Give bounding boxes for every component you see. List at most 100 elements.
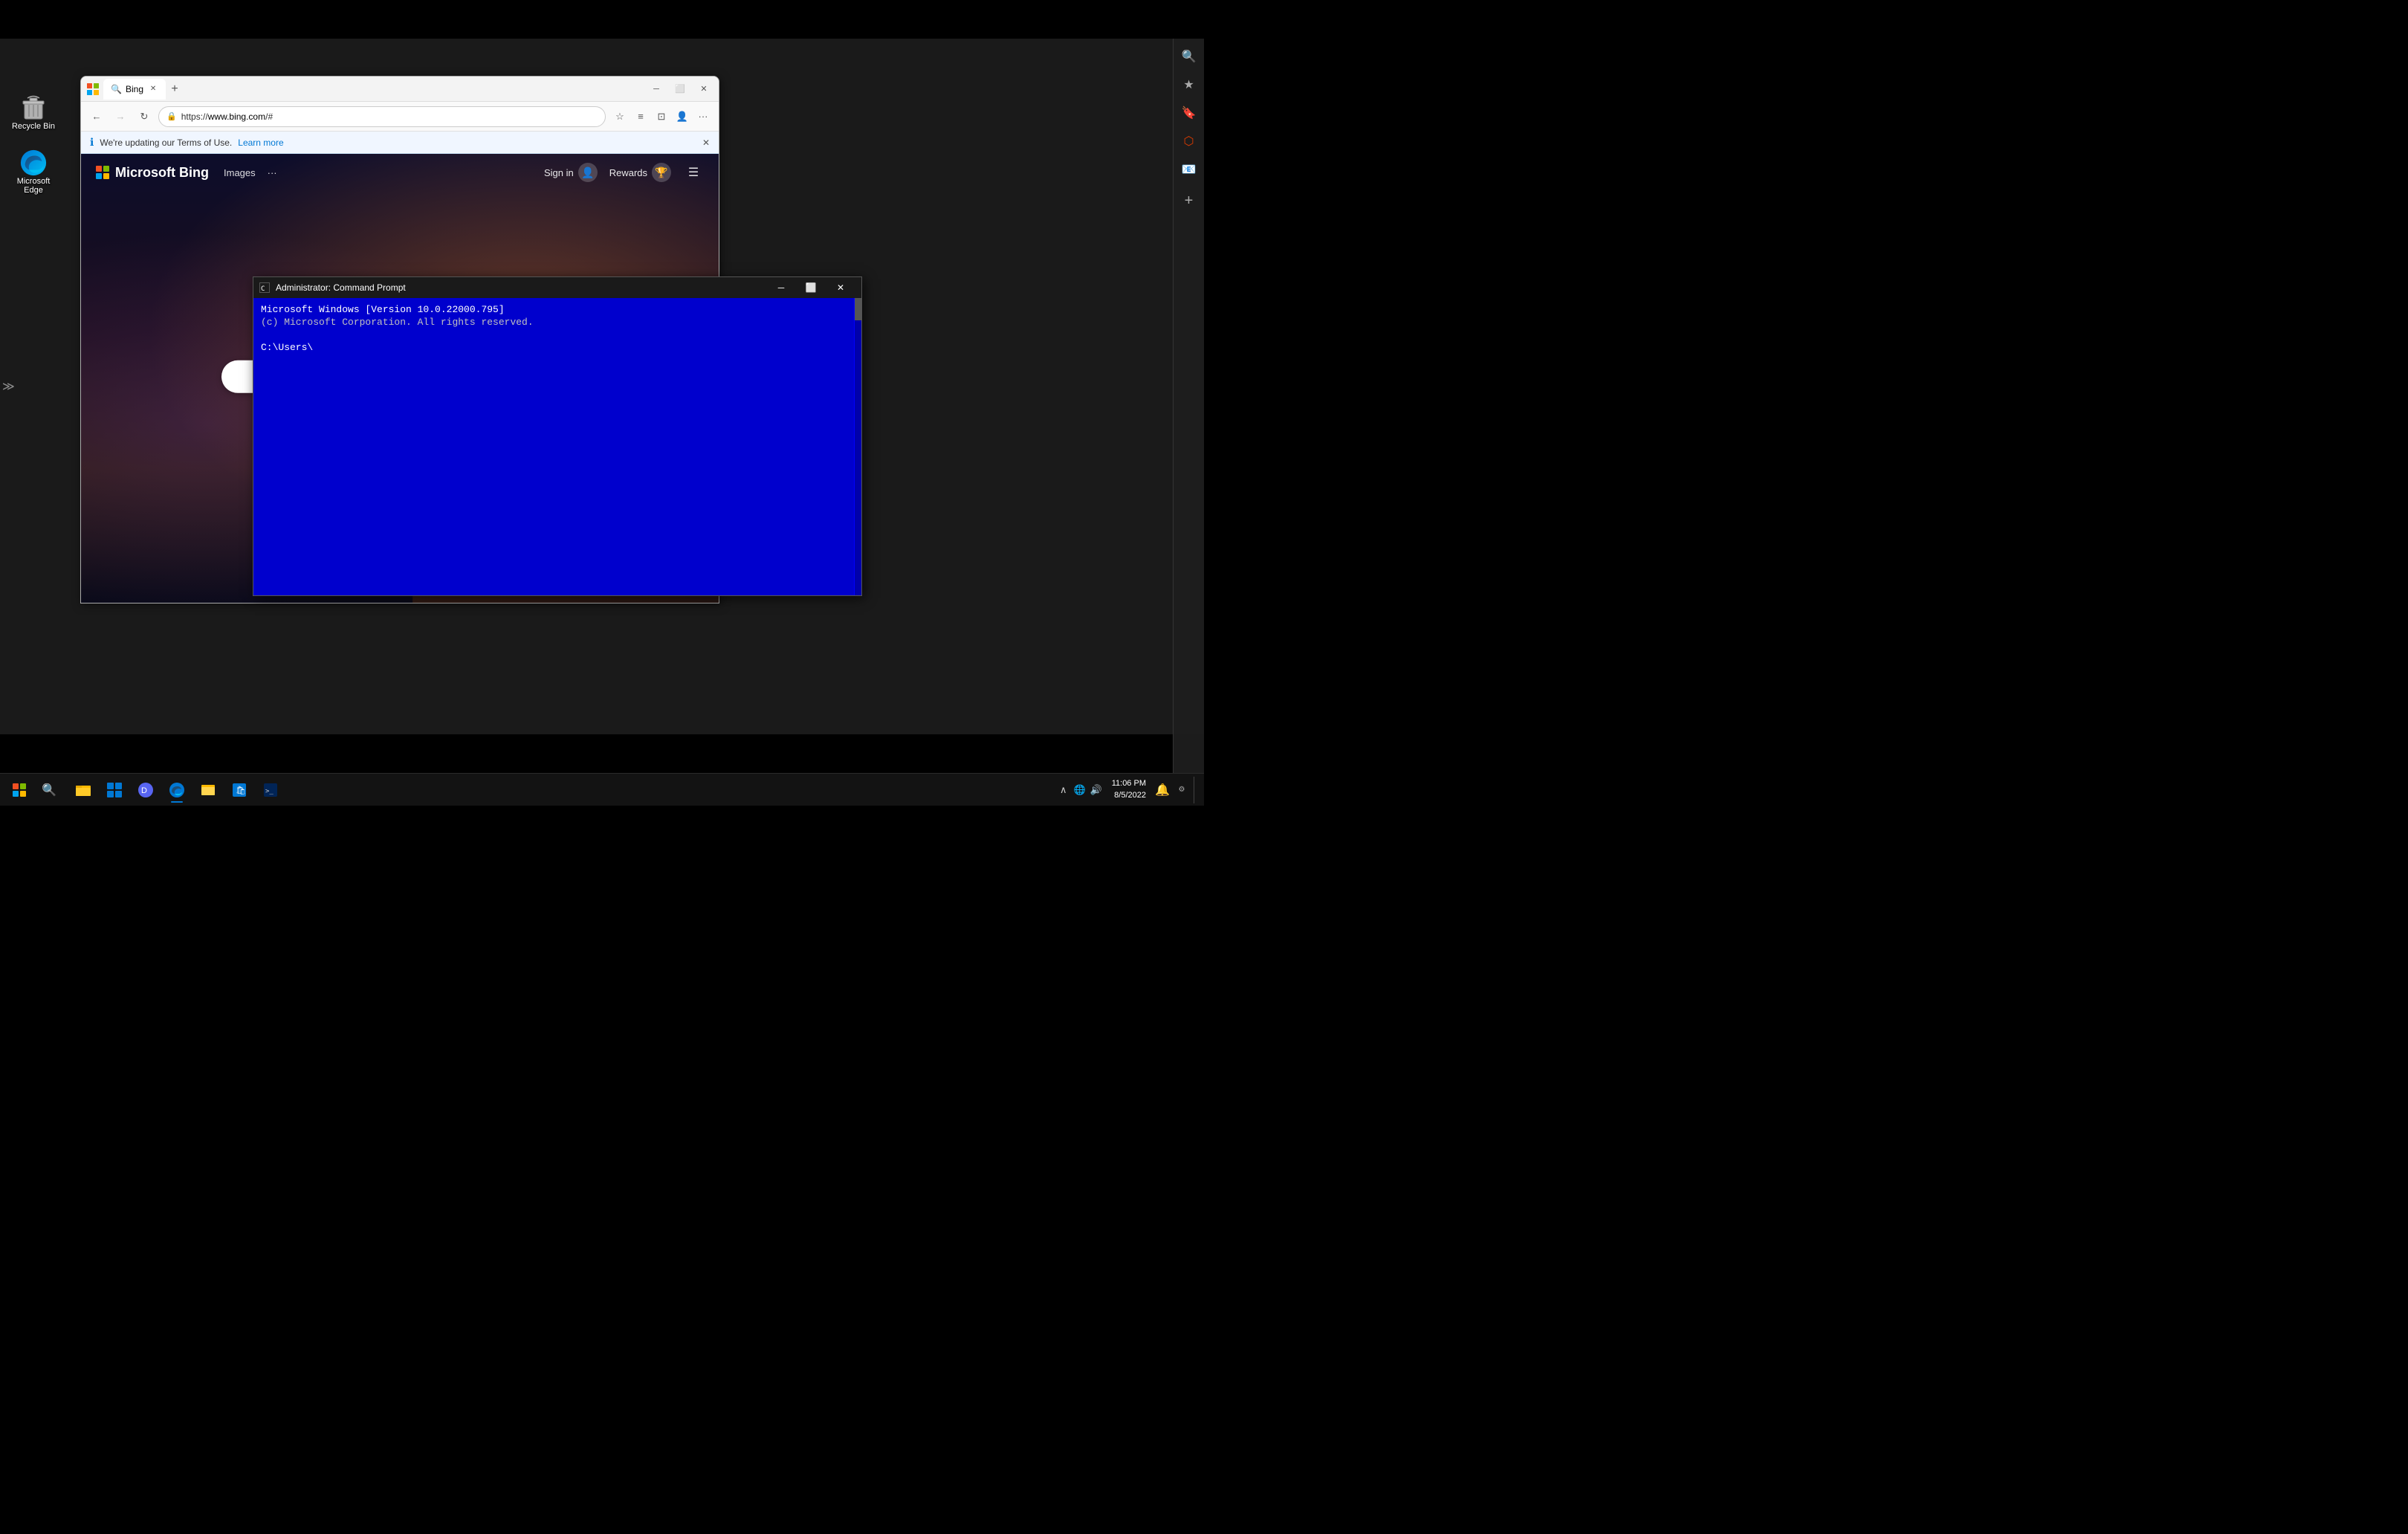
bing-nav-images[interactable]: Images	[224, 167, 256, 178]
taskbar-show-desktop-button[interactable]	[1194, 777, 1198, 803]
bing-back-button[interactable]: ←	[87, 107, 106, 126]
bing-browser-titlebar: 🔍 Bing ✕ + ─ ⬜ ✕	[81, 77, 719, 102]
terminal-icon: >_	[262, 782, 279, 798]
recycle-bin-desktop-icon[interactable]: Recycle Bin	[7, 92, 59, 131]
recycle-bin-label: Recycle Bin	[12, 122, 55, 131]
bing-browser-app-icon	[85, 82, 100, 97]
bing-nav-right-buttons: ☆ ≡ ⊡ 👤 ···	[610, 107, 713, 126]
bing-tab-label: Bing	[126, 84, 143, 94]
taskbar-files-app[interactable]	[193, 776, 223, 804]
bing-tab[interactable]: 🔍 Bing ✕	[103, 79, 166, 100]
bing-refresh-button[interactable]: ↻	[135, 107, 154, 126]
svg-text:D: D	[141, 786, 147, 795]
taskbar-notification-bell[interactable]: 🔔	[1155, 777, 1170, 803]
bing-rewards-button[interactable]: Rewards 🏆	[609, 163, 671, 182]
cmd-line-2: (c) Microsoft Corporation. All rights re…	[261, 317, 854, 328]
bing-forward-button[interactable]: →	[111, 107, 130, 126]
bing-signin-text: Sign in	[544, 167, 574, 178]
taskbar-volume-icon[interactable]: 🔊	[1090, 783, 1103, 797]
cmd-icon: C	[259, 282, 270, 293]
start-menu-icon	[106, 782, 123, 798]
bing-signin-button[interactable]: Sign in 👤	[544, 163, 598, 182]
notif-learn-more-link[interactable]: Learn more	[238, 137, 283, 148]
bing-favorites-icon[interactable]: ☆	[610, 107, 629, 126]
cmd-titlebar: C Administrator: Command Prompt ─ ⬜ ✕	[253, 277, 861, 298]
svg-text:C: C	[261, 285, 265, 292]
notif-text: We're updating our Terms of Use.	[100, 137, 232, 148]
bing-settings-icon[interactable]: ···	[693, 107, 713, 126]
cmd-close-button[interactable]: ✕	[826, 277, 855, 298]
bing-header-right: Sign in 👤 Rewards 🏆 ☰	[544, 162, 704, 183]
desktop: Recycle Bin Microsoft Edge ≫	[0, 39, 1204, 734]
edge-sidebar-collections-icon[interactable]: 🔖	[1177, 101, 1201, 125]
bing-nav-items: Images ···	[224, 167, 277, 178]
cmd-scroll-thumb	[855, 298, 861, 320]
taskbar-discord-app[interactable]: D	[131, 776, 161, 804]
taskbar-date: 8/5/2022	[1112, 790, 1146, 801]
edge-sidebar-favorites-icon[interactable]: ★	[1177, 73, 1201, 97]
bing-tab-icon: 🔍	[111, 84, 121, 94]
logo-sq4	[103, 173, 109, 179]
taskbar-start-menu-app[interactable]	[100, 776, 129, 804]
bing-logo-squares	[96, 166, 109, 179]
logo-sq1	[96, 166, 102, 172]
bing-logo[interactable]: Microsoft Bing	[96, 165, 209, 181]
bing-logo-text: Microsoft Bing	[115, 165, 209, 181]
bing-collections-icon[interactable]: ⊡	[652, 107, 671, 126]
desktop-scroll-arrow[interactable]: ≫	[2, 379, 15, 394]
taskbar-settings-icon[interactable]: ⚙	[1174, 777, 1189, 803]
bing-lock-icon: 🔒	[166, 111, 177, 121]
taskbar: 🔍 D	[0, 773, 1204, 806]
logo-sq3	[96, 173, 102, 179]
bing-signin-avatar: 👤	[578, 163, 598, 182]
bing-win-minimize[interactable]: ─	[646, 81, 667, 97]
bing-win-maximize[interactable]: ⬜	[670, 81, 690, 97]
win-logo-sq2	[20, 783, 26, 789]
bing-rewards-text: Rewards	[609, 167, 647, 178]
bing-win-controls: ─ ⬜ ✕	[646, 81, 714, 97]
bing-hamburger-menu[interactable]: ☰	[683, 162, 704, 183]
bing-url-display: https://www.bing.com/#	[181, 111, 273, 122]
taskbar-edge-app[interactable]	[162, 776, 192, 804]
taskbar-terminal-app[interactable]: >_	[256, 776, 285, 804]
bing-address-bar[interactable]: 🔒 https://www.bing.com/#	[158, 106, 606, 127]
edge-sidebar-office-icon[interactable]: ⬡	[1177, 129, 1201, 153]
bing-new-tab-button[interactable]: +	[166, 80, 184, 98]
cmd-win-controls: ─ ⬜ ✕	[766, 277, 855, 298]
edge-sidebar-add-button[interactable]: +	[1177, 189, 1201, 213]
bing-profile-icon[interactable]: 👤	[673, 107, 692, 126]
svg-text:🛍: 🛍	[236, 786, 246, 795]
file-explorer-icon	[75, 782, 91, 798]
bing-reading-list-icon[interactable]: ≡	[631, 107, 650, 126]
discord-icon: D	[137, 782, 154, 798]
bing-header: Microsoft Bing Images ··· Sign in 👤 Rewa…	[81, 154, 719, 191]
edge-app-icon	[19, 149, 48, 177]
edge-sidebar-outlook-icon[interactable]: 📧	[1177, 158, 1201, 181]
taskbar-chevron-icon[interactable]: ∧	[1057, 783, 1070, 797]
edge-app-label: Microsoft Edge	[7, 177, 59, 195]
bing-tab-close[interactable]: ✕	[148, 84, 158, 94]
taskbar-store-app[interactable]: 🛍	[224, 776, 254, 804]
taskbar-network-icon[interactable]: 🌐	[1073, 783, 1087, 797]
cmd-body[interactable]: Microsoft Windows [Version 10.0.22000.79…	[253, 298, 861, 595]
win-logo-sq1	[13, 783, 19, 789]
taskbar-right-area: ∧ 🌐 🔊 11:06 PM 8/5/2022 🔔 ⚙	[1057, 777, 1198, 803]
taskbar-time: 11:06 PM	[1112, 778, 1146, 789]
edge-sidebar: 🔍 ★ 🔖 ⬡ 📧 +	[1173, 39, 1204, 773]
notif-info-icon: ℹ	[90, 136, 94, 149]
cmd-scrollbar[interactable]	[854, 298, 861, 595]
taskbar-file-explorer-app[interactable]	[68, 776, 98, 804]
taskbar-start-button[interactable]	[6, 777, 33, 803]
bing-win-close[interactable]: ✕	[693, 81, 714, 97]
taskbar-search-button[interactable]: 🔍	[36, 777, 62, 803]
edge-desktop-icon[interactable]: Microsoft Edge	[7, 149, 59, 195]
cmd-maximize-button[interactable]: ⬜	[796, 277, 826, 298]
bing-nav-more[interactable]: ···	[268, 167, 277, 178]
cmd-minimize-button[interactable]: ─	[766, 277, 796, 298]
cmd-line-4: C:\Users\	[261, 342, 854, 353]
bing-navbar: ← → ↻ 🔒 https://www.bing.com/# ☆ ≡ ⊡ 👤 ·…	[81, 102, 719, 132]
edge-sidebar-search-icon[interactable]: 🔍	[1177, 45, 1201, 68]
cmd-titlebar-text: Administrator: Command Prompt	[276, 282, 760, 293]
taskbar-clock[interactable]: 11:06 PM 8/5/2022	[1107, 778, 1150, 801]
notif-close-button[interactable]: ✕	[702, 137, 710, 148]
